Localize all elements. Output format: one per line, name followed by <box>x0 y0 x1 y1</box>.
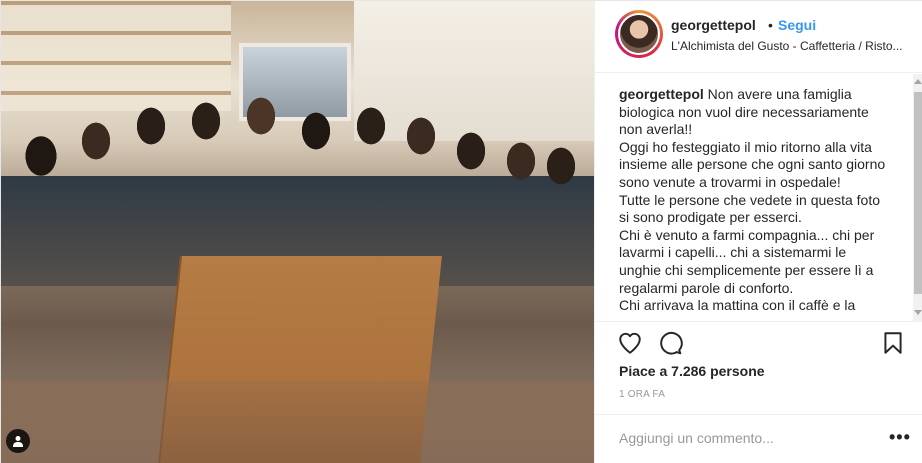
caption-line: Oggi ho festeggiato il mio ritorno alla … <box>619 138 886 190</box>
caption-line: Chi arrivava la mattina con il caffè e l… <box>619 297 856 314</box>
caption-line: Chi è venuto a farmi compagnia... chi pe… <box>619 226 875 296</box>
post-sidebar: georgettepol • Segui L'Alchimista del Gu… <box>594 1 922 463</box>
caption-username[interactable]: georgettepol <box>619 86 704 102</box>
caption-area: georgettepol Non avere una famiglia biol… <box>595 74 922 321</box>
post-caption: georgettepol Non avere una famiglia biol… <box>619 86 887 315</box>
user-tag-glyph <box>13 436 23 447</box>
caption-first-paragraph: georgettepol Non avere una famiglia biol… <box>619 86 887 139</box>
username-link[interactable]: georgettepol <box>671 17 756 33</box>
scroll-up-arrow-icon[interactable] <box>914 79 922 84</box>
post-timestamp[interactable]: 1 ORA FA <box>619 389 665 400</box>
avatar-story-ring[interactable] <box>615 10 663 58</box>
post-header: georgettepol • Segui L'Alchimista del Gu… <box>595 1 922 73</box>
heart-icon[interactable] <box>617 330 645 358</box>
separator-dot: • <box>768 17 773 33</box>
follow-button[interactable]: Segui <box>778 17 816 33</box>
comment-icon[interactable] <box>657 330 685 358</box>
avatar <box>618 13 660 55</box>
user-tag-icon[interactable] <box>6 429 30 453</box>
caption-line: Tutte le persone che vedete in questa fo… <box>619 191 880 226</box>
bookmark-icon[interactable] <box>880 330 908 358</box>
scroll-down-arrow-icon[interactable] <box>914 310 922 315</box>
photo-floor <box>1 381 594 463</box>
comment-input[interactable] <box>619 427 869 449</box>
more-options-icon[interactable]: ••• <box>889 427 911 448</box>
likes-count[interactable]: Piace a 7.286 persone <box>619 363 765 379</box>
post-photo[interactable] <box>1 1 594 463</box>
instagram-post: georgettepol • Segui L'Alchimista del Gu… <box>0 0 922 463</box>
caption-scrollbar-thumb[interactable] <box>914 92 922 294</box>
comment-bar: ••• <box>595 414 922 463</box>
location-link[interactable]: L'Alchimista del Gusto - Caffetteria / R… <box>671 39 911 53</box>
